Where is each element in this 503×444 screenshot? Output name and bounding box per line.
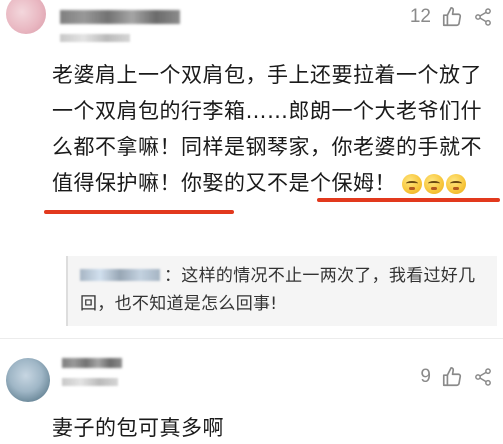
- comment-meta-redacted: [60, 34, 130, 42]
- comment-text: 妻子的包可真多啊: [52, 416, 224, 440]
- reply-text: ：这样的情况不止一两次了，我看过好几回，也不知道是怎么回事!: [80, 262, 496, 318]
- highlight-underline-2: [44, 210, 234, 214]
- highlight-underline-1: [317, 198, 500, 202]
- comment-actions: 12: [410, 6, 493, 28]
- comment-text: 老婆肩上一个双肩包，手上还要拉着一个放了一个双肩包的行李箱……郎朗一个大老爷们什…: [52, 57, 497, 201]
- reply-username-redacted[interactable]: [80, 269, 160, 281]
- pouting-face-emoji: [402, 174, 422, 194]
- like-count: 9: [420, 366, 431, 387]
- thumbs-up-icon[interactable]: [441, 366, 463, 388]
- avatar[interactable]: [6, 0, 46, 34]
- reply-bar: [66, 256, 68, 326]
- comment-actions: 9: [420, 366, 493, 388]
- username-redacted[interactable]: [60, 10, 180, 24]
- comment-meta-redacted: [62, 378, 118, 386]
- share-icon[interactable]: [473, 7, 493, 27]
- emoji-group: [402, 174, 466, 194]
- reply-box[interactable]: ：这样的情况不止一两次了，我看过好几回，也不知道是怎么回事!: [66, 256, 497, 326]
- pouting-face-emoji: [446, 174, 466, 194]
- avatar[interactable]: [6, 358, 50, 402]
- comment-item: 9 妻子的包可真多啊: [0, 338, 503, 444]
- like-count: 12: [409, 6, 431, 27]
- thumbs-up-icon[interactable]: [441, 6, 463, 28]
- share-icon[interactable]: [473, 367, 493, 387]
- username-redacted[interactable]: [62, 358, 122, 368]
- comment-text-highlight: 你娶的又不是个保姆！: [181, 171, 396, 195]
- comment-item: 12 老婆肩上一个双肩包，手上还要拉着一个放了一个双肩包的行李箱……郎朗一个大老…: [0, 0, 503, 338]
- pouting-face-emoji: [424, 174, 444, 194]
